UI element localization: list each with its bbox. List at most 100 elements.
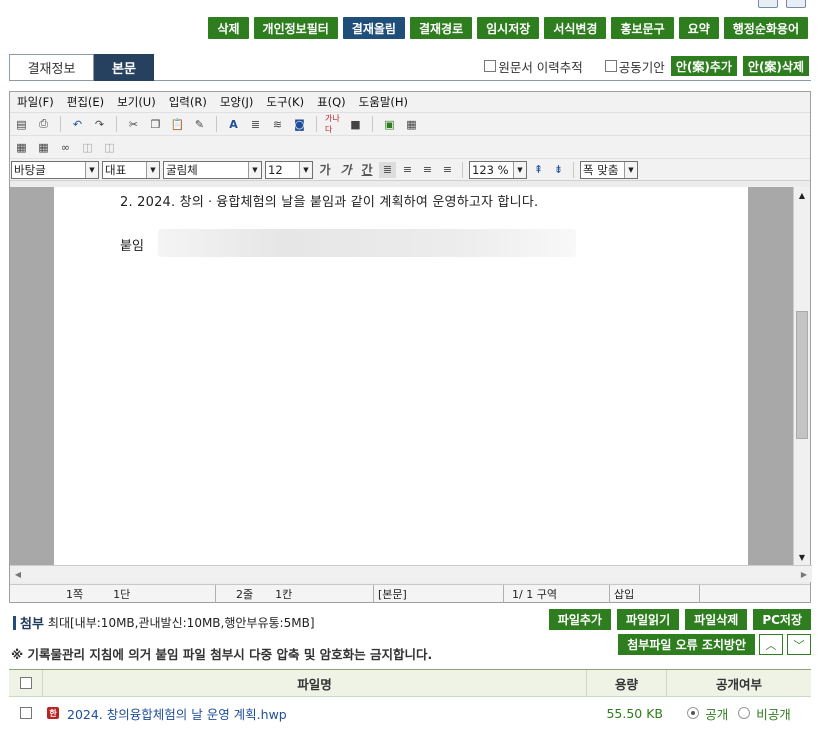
table-insert-icon[interactable]: ▦ xyxy=(13,139,30,155)
delete-draft-button[interactable]: 안(案)삭제 xyxy=(742,56,809,76)
scroll-up-icon[interactable]: ▲ xyxy=(794,187,810,203)
document-canvas[interactable]: 2. 2024. 창의ㆍ융합체험의 날을 붙임과 같이 계획하여 운영하고자 합… xyxy=(10,187,794,565)
delete-button[interactable]: 삭제 xyxy=(208,17,249,39)
info-icon[interactable]: ◙ xyxy=(291,116,308,132)
status-area-value: [본문] xyxy=(378,588,407,601)
add-draft-button[interactable]: 안(案)추가 xyxy=(670,56,737,76)
public-radio[interactable] xyxy=(687,707,700,719)
chevron-down-icon: ▼ xyxy=(85,161,98,178)
window-icon[interactable] xyxy=(758,0,778,8)
cell-icon[interactable]: ▦ xyxy=(35,139,52,155)
tab-approval-info[interactable]: 결재정보 xyxy=(9,54,94,81)
spacing-decrease-icon[interactable]: ⇟ xyxy=(550,162,567,178)
toolbar-divider xyxy=(316,116,317,132)
horizontal-scrollbar[interactable]: ◀ ▶ xyxy=(10,565,812,582)
status-mode: 삽입 xyxy=(610,585,700,603)
document-page[interactable]: 2. 2024. 창의ㆍ융합체험의 날을 붙임과 같이 계획하여 운영하고자 합… xyxy=(54,187,748,565)
para-shape-icon[interactable]: ≣ xyxy=(247,116,264,132)
joint-draft-option[interactable]: 공동기안 xyxy=(604,57,665,76)
private-radio[interactable] xyxy=(738,707,751,719)
menu-format[interactable]: 모양(J) xyxy=(220,94,254,110)
scroll-down-icon[interactable]: ▼ xyxy=(794,549,810,565)
trace-history-option[interactable]: 원문서 이력추적 xyxy=(484,57,583,76)
promo-phrase-button[interactable]: 홍보문구 xyxy=(611,17,674,39)
paste-icon[interactable]: 📋 xyxy=(169,116,186,132)
submit-approval-button[interactable]: 결재올림 xyxy=(342,17,405,39)
align-right-icon[interactable]: ≡ xyxy=(439,162,456,178)
menu-file[interactable]: 파일(F) xyxy=(17,94,54,110)
zoom-fit-value: 폭 맞춤 xyxy=(583,162,619,177)
pc-save-button[interactable]: PC저장 xyxy=(753,609,811,630)
admin-terms-button[interactable]: 행정순화용어 xyxy=(723,17,808,39)
scroll-left-icon[interactable]: ◀ xyxy=(10,566,26,582)
comment-icon[interactable]: ◫ xyxy=(79,139,96,155)
change-form-button[interactable]: 서식변경 xyxy=(544,17,607,39)
align-justify-icon[interactable]: ≣ xyxy=(379,161,396,178)
menu-help[interactable]: 도움말(H) xyxy=(359,94,408,110)
zoom-fit-select[interactable]: 폭 맞춤 ▼ xyxy=(580,160,638,179)
status-area: [본문] xyxy=(374,585,504,603)
redo-icon[interactable]: ↷ xyxy=(91,116,108,132)
menu-view[interactable]: 보기(U) xyxy=(117,94,156,110)
line-spacing-select[interactable]: 123 % ▼ xyxy=(469,160,527,179)
tab-body[interactable]: 본문 xyxy=(94,54,154,81)
attachment-title: 첨부 xyxy=(20,617,44,632)
copy-icon[interactable]: ❐ xyxy=(147,116,164,132)
scroll-right-icon[interactable]: ▶ xyxy=(796,566,812,582)
read-file-button[interactable]: 파일읽기 xyxy=(616,609,680,630)
scroll-thumb[interactable] xyxy=(796,311,808,439)
picture-icon[interactable]: ▣ xyxy=(381,116,398,132)
char-shape-icon[interactable]: A xyxy=(225,116,242,132)
menu-insert[interactable]: 입력(R) xyxy=(169,94,207,110)
approval-route-button[interactable]: 결재경로 xyxy=(409,17,473,39)
row-checkbox[interactable] xyxy=(20,707,32,719)
spacing-increase-icon[interactable]: ⇞ xyxy=(530,162,547,178)
add-file-button[interactable]: 파일추가 xyxy=(548,609,611,630)
memo-icon[interactable]: ◫ xyxy=(101,139,118,155)
summary-button[interactable]: 요약 xyxy=(678,17,719,39)
vertical-scrollbar[interactable]: ▲ ▼ xyxy=(793,187,810,565)
move-down-button[interactable]: ﹀ xyxy=(787,634,811,655)
bold-button[interactable]: 가 xyxy=(316,161,334,178)
select-all-checkbox[interactable] xyxy=(19,677,32,689)
delete-file-button[interactable]: 파일삭제 xyxy=(685,609,748,630)
align-center-icon[interactable]: ≡ xyxy=(419,162,436,178)
format-paste-icon[interactable]: ✎ xyxy=(191,116,208,132)
print-icon[interactable] xyxy=(786,0,806,8)
tab-row: 결재정보 본문 원문서 이력추적 공동기안 안(案)추가 안(案)삭제 xyxy=(9,54,811,81)
joint-draft-label: 공동기안 xyxy=(618,59,665,75)
font-size-select[interactable]: 12 ▼ xyxy=(265,160,313,179)
underline-button[interactable]: 간 xyxy=(358,161,376,178)
file-table: 파일명 용량 공개여부 한 2024. 창의융합체험의 날 운영 계획.hwp … xyxy=(9,669,811,729)
move-up-button[interactable]: ︿ xyxy=(759,634,783,655)
spellcheck-icon[interactable]: 가나다 xyxy=(325,114,342,134)
toolbar-divider xyxy=(216,116,217,132)
style-icon[interactable]: ≋ xyxy=(269,116,286,132)
toolbar-divider xyxy=(116,116,117,132)
privacy-filter-button[interactable]: 개인정보필터 xyxy=(253,17,338,39)
trace-history-checkbox[interactable] xyxy=(484,60,497,72)
chevron-down-icon: ▼ xyxy=(624,161,637,178)
font-select[interactable]: 굴림체 ▼ xyxy=(163,160,262,179)
menu-edit[interactable]: 편집(E) xyxy=(67,94,104,110)
table-icon[interactable]: ▦ xyxy=(403,116,420,132)
cut-icon[interactable]: ✂ xyxy=(125,116,142,132)
file-link[interactable]: 2024. 창의융합체험의 날 운영 계획.hwp xyxy=(67,704,287,723)
align-left-icon[interactable]: ≡ xyxy=(399,162,416,178)
font-value: 굴림체 xyxy=(166,162,198,177)
redacted-attachment-text xyxy=(158,229,576,257)
undo-icon[interactable]: ↶ xyxy=(69,116,86,132)
attachment-error-button[interactable]: 첨부파일 오류 조치방안 xyxy=(618,634,755,655)
eraser-icon[interactable]: ■ xyxy=(347,116,364,132)
print-icon[interactable]: ⎙ xyxy=(35,116,52,132)
menu-tools[interactable]: 도구(K) xyxy=(266,94,304,110)
attachment-limit: 최대[내부:10MB,관내발신:10MB,행안부유통:5MB] xyxy=(47,616,315,630)
language-select[interactable]: 대표 ▼ xyxy=(102,160,160,179)
joint-draft-checkbox[interactable] xyxy=(604,60,617,72)
link-icon[interactable]: ∞ xyxy=(57,139,74,155)
menu-table[interactable]: 표(Q) xyxy=(317,94,346,110)
preview-icon[interactable]: ▤ xyxy=(13,116,30,132)
italic-button[interactable]: 가 xyxy=(337,161,355,178)
style-select[interactable]: 바탕글 ▼ xyxy=(11,160,99,179)
temp-save-button[interactable]: 임시저장 xyxy=(477,17,540,39)
